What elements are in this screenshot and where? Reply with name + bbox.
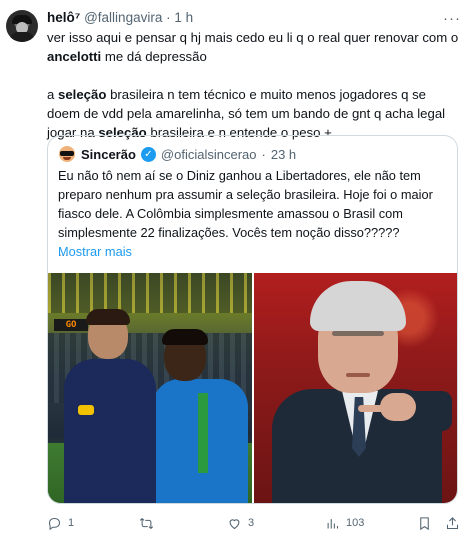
coach-badge xyxy=(78,405,94,415)
views-icon xyxy=(327,518,339,528)
tweet-text: ver isso aqui e pensar q hj mais cedo eu… xyxy=(47,28,459,142)
like-icon xyxy=(229,518,240,529)
quoted-avatar[interactable] xyxy=(58,145,76,163)
retweet-button[interactable] xyxy=(139,516,160,531)
author-name[interactable]: helô⁷ xyxy=(47,10,80,25)
quoted-timestamp[interactable]: 23 h xyxy=(271,147,296,162)
stadium-lights xyxy=(48,273,252,313)
highlight-selecao: seleção xyxy=(58,87,107,102)
text-segment: ver isso aqui e pensar q hj mais cedo eu… xyxy=(47,30,459,45)
retweet-icon xyxy=(139,517,154,529)
text-segment: a xyxy=(47,87,58,102)
separator: · xyxy=(261,146,266,162)
quoted-tweet[interactable]: Sincerão ✓ @oficialsincerao · 23 h Eu nã… xyxy=(47,135,458,504)
tweet-paragraph-1: ver isso aqui e pensar q hj mais cedo eu… xyxy=(47,28,459,66)
share-button[interactable] xyxy=(445,516,460,531)
scoreboard: GO xyxy=(54,319,88,331)
quoted-author-name[interactable]: Sincerão xyxy=(81,147,136,162)
reply-count: 1 xyxy=(68,517,75,529)
avatar-body xyxy=(10,32,34,42)
coach-brow xyxy=(332,331,384,336)
highlight-ancelotti: ancelotti xyxy=(47,49,102,64)
coach-hair xyxy=(86,309,130,325)
timestamp[interactable]: 1 h xyxy=(174,10,193,25)
coach-mouth xyxy=(346,373,370,377)
quoted-image-ancelotti[interactable] xyxy=(254,273,457,503)
bookmark-icon xyxy=(420,516,429,530)
tweet-header: helô⁷ @fallingavira · 1 h xyxy=(47,10,193,25)
avatar[interactable] xyxy=(6,10,38,42)
coach-pointing-finger xyxy=(358,405,386,412)
tweet[interactable]: helô⁷ @fallingavira · 1 h ··· ver isso a… xyxy=(0,0,471,533)
views-button[interactable]: 103 xyxy=(325,516,364,531)
player-hair xyxy=(162,329,208,345)
text-segment: me dá depressão xyxy=(101,49,207,64)
like-button[interactable]: 3 xyxy=(227,516,254,531)
reply-icon xyxy=(48,517,61,530)
share-icon xyxy=(446,516,459,529)
separator: · xyxy=(166,10,171,25)
author-handle[interactable]: @fallingavira xyxy=(84,10,162,25)
quoted-author-handle[interactable]: @oficialsincerao xyxy=(161,147,257,162)
bookmark-button[interactable] xyxy=(417,516,432,531)
more-options-button[interactable]: ··· xyxy=(443,10,461,27)
quoted-tweet-header: Sincerão ✓ @oficialsincerao · 23 h xyxy=(58,145,296,163)
quoted-avatar-glasses xyxy=(60,151,74,156)
quoted-text-body: Eu não tô nem aí se o Diniz ganhou a Lib… xyxy=(58,168,433,240)
quoted-image-diniz[interactable]: GO xyxy=(48,273,252,503)
tweet-actions: 1 3 103 xyxy=(47,514,459,532)
like-count: 3 xyxy=(248,517,255,529)
verified-icon: ✓ xyxy=(140,146,156,162)
player-stripe xyxy=(198,393,208,473)
views-count: 103 xyxy=(346,517,365,529)
tweet-paragraph-2: a seleção brasileira n tem técnico e mui… xyxy=(47,85,459,142)
coach-body xyxy=(64,359,156,503)
show-more-link[interactable]: Mostrar mais xyxy=(58,244,132,259)
reply-button[interactable]: 1 xyxy=(47,516,74,531)
